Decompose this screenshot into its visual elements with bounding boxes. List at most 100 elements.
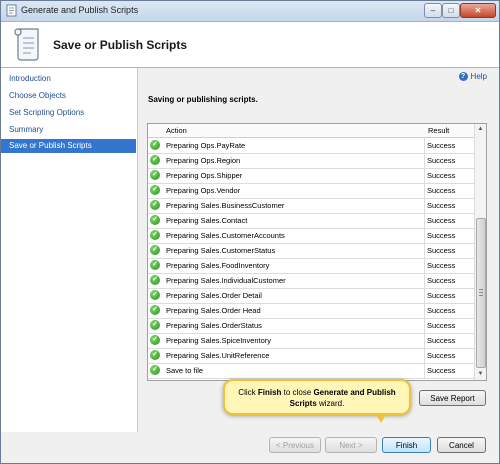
row-result: Success xyxy=(427,261,456,270)
finish-button[interactable]: Finish xyxy=(382,437,431,453)
table-row[interactable]: ✓ Preparing Sales.UnitReference Success xyxy=(148,348,474,364)
row-action: Save to file xyxy=(163,363,425,378)
row-action: Preparing Ops.Region xyxy=(163,153,425,168)
success-check-icon: ✓ xyxy=(150,230,160,240)
title-bar: Generate and Publish Scripts – □ ✕ xyxy=(1,1,499,22)
save-report-button[interactable]: Save Report xyxy=(419,390,486,406)
page-title: Save or Publish Scripts xyxy=(53,38,188,52)
callout-text-prefix: Click xyxy=(238,388,258,397)
row-action: Preparing Sales.CustomerStatus xyxy=(163,243,425,258)
column-header-action[interactable]: Action xyxy=(166,126,187,135)
status-text: Saving or publishing scripts. xyxy=(148,95,258,104)
scrollbar-thumb[interactable] xyxy=(476,218,486,368)
row-result: Success xyxy=(427,141,456,150)
row-action: Preparing Ops.Shipper xyxy=(163,168,425,183)
help-icon: ? xyxy=(458,72,468,82)
table-row[interactable]: ✓ Preparing Sales.Order Head Success xyxy=(148,303,474,319)
row-result: Success xyxy=(427,186,456,195)
table-row[interactable]: ✓ Preparing Sales.BusinessCustomer Success xyxy=(148,198,474,214)
row-result: Success xyxy=(427,246,456,255)
success-check-icon: ✓ xyxy=(150,275,160,285)
scroll-icon xyxy=(6,4,17,17)
row-action: Preparing Ops.PayRate xyxy=(163,138,425,153)
table-row[interactable]: ✓ Preparing Ops.Shipper Success xyxy=(148,168,474,184)
success-check-icon: ✓ xyxy=(150,365,160,375)
vertical-scrollbar[interactable]: ▲ ▼ xyxy=(474,124,486,380)
table-row[interactable]: ✓ Preparing Sales.IndividualCustomer Succe… xyxy=(148,273,474,289)
row-action: Preparing Ops.Vendor xyxy=(163,183,425,198)
page-header: Save or Publish Scripts xyxy=(1,22,499,68)
help-label: Help xyxy=(470,72,487,81)
column-header-result[interactable]: Result xyxy=(428,126,449,135)
success-check-icon: ✓ xyxy=(150,200,160,210)
table-row[interactable]: ✓ Preparing Sales.FoodInventory Success xyxy=(148,258,474,274)
success-check-icon: ✓ xyxy=(150,155,160,165)
success-check-icon: ✓ xyxy=(150,260,160,270)
callout-text-suffix: wizard. xyxy=(316,399,345,408)
table-row[interactable]: ✓ Preparing Ops.PayRate Success xyxy=(148,138,474,154)
callout-pointer xyxy=(375,413,387,423)
row-result: Success xyxy=(427,351,456,360)
row-result: Success xyxy=(427,336,456,345)
next-button[interactable]: Next > xyxy=(325,437,377,453)
row-action: Preparing Sales.IndividualCustomer xyxy=(163,273,425,288)
row-action: Preparing Sales.OrderStatus xyxy=(163,318,425,333)
success-check-icon: ✓ xyxy=(150,350,160,360)
success-check-icon: ✓ xyxy=(150,335,160,345)
row-result: Success xyxy=(427,201,456,210)
callout-text-middle: to close xyxy=(281,388,314,397)
scroll-up-arrow-icon[interactable]: ▲ xyxy=(475,124,486,135)
row-action: Preparing Sales.UnitReference xyxy=(163,348,425,363)
sidebar-item-set-scripting-options[interactable]: Set Scripting Options xyxy=(1,106,136,120)
row-result: Success xyxy=(427,156,456,165)
row-result: Success xyxy=(427,366,456,375)
success-check-icon: ✓ xyxy=(150,215,160,225)
table-row[interactable]: ✓ Preparing Sales.CustomerStatus Success xyxy=(148,243,474,259)
close-button[interactable]: ✕ xyxy=(460,3,496,18)
row-action: Preparing Sales.FoodInventory xyxy=(163,258,425,273)
window-title: Generate and Publish Scripts xyxy=(21,5,139,15)
cancel-button[interactable]: Cancel xyxy=(437,437,486,453)
grid-header: Action Result xyxy=(148,124,474,138)
footer-bar: < Previous Next > Finish Cancel xyxy=(1,432,499,463)
row-result: Success xyxy=(427,321,456,330)
success-check-icon: ✓ xyxy=(150,245,160,255)
table-row[interactable]: ✓ Preparing Sales.Order Detail Success xyxy=(148,288,474,304)
sidebar-item-choose-objects[interactable]: Choose Objects xyxy=(1,89,136,103)
table-row[interactable]: ✓ Preparing Sales.Contact Success xyxy=(148,213,474,229)
table-row[interactable]: ✓ Preparing Ops.Vendor Success xyxy=(148,183,474,199)
row-action: Preparing Sales.BusinessCustomer xyxy=(163,198,425,213)
row-result: Success xyxy=(427,171,456,180)
main-content: ? Help Saving or publishing scripts. Acti… xyxy=(138,68,499,432)
success-check-icon: ✓ xyxy=(150,305,160,315)
table-row[interactable]: ✓ Preparing Sales.CustomerAccounts Success xyxy=(148,228,474,244)
success-check-icon: ✓ xyxy=(150,320,160,330)
sidebar-item-summary[interactable]: Summary xyxy=(1,123,136,137)
success-check-icon: ✓ xyxy=(150,170,160,180)
row-action: Preparing Sales.SpiceInventory xyxy=(163,333,425,348)
success-check-icon: ✓ xyxy=(150,290,160,300)
wizard-steps-sidebar: Introduction Choose Objects Set Scriptin… xyxy=(1,68,138,432)
row-action: Preparing Sales.Contact xyxy=(163,213,425,228)
instruction-callout: Click Finish to close Generate and Publi… xyxy=(223,379,411,415)
help-link[interactable]: ? Help xyxy=(458,72,487,82)
table-row[interactable]: ✓ Save to file Success xyxy=(148,363,474,379)
table-row[interactable]: ✓ Preparing Sales.SpiceInventory Success xyxy=(148,333,474,349)
row-result: Success xyxy=(427,231,456,240)
row-result: Success xyxy=(427,291,456,300)
wizard-window: Generate and Publish Scripts – □ ✕ Save … xyxy=(0,0,500,464)
table-row[interactable]: ✓ Preparing Sales.OrderStatus Success xyxy=(148,318,474,334)
row-action: Preparing Sales.Order Detail xyxy=(163,288,425,303)
row-result: Success xyxy=(427,276,456,285)
maximize-button[interactable]: □ xyxy=(442,3,460,18)
results-grid: Action Result ✓ Preparing Ops.PayRate Succ… xyxy=(147,123,487,381)
row-result: Success xyxy=(427,216,456,225)
previous-button[interactable]: < Previous xyxy=(269,437,321,453)
sidebar-item-introduction[interactable]: Introduction xyxy=(1,72,136,86)
sidebar-item-save-or-publish-scripts[interactable]: Save or Publish Scripts xyxy=(1,139,136,153)
row-action: Preparing Sales.CustomerAccounts xyxy=(163,228,425,243)
row-result: Success xyxy=(427,306,456,315)
scroll-down-arrow-icon[interactable]: ▼ xyxy=(475,369,486,380)
minimize-button[interactable]: – xyxy=(424,3,442,18)
table-row[interactable]: ✓ Preparing Ops.Region Success xyxy=(148,153,474,169)
